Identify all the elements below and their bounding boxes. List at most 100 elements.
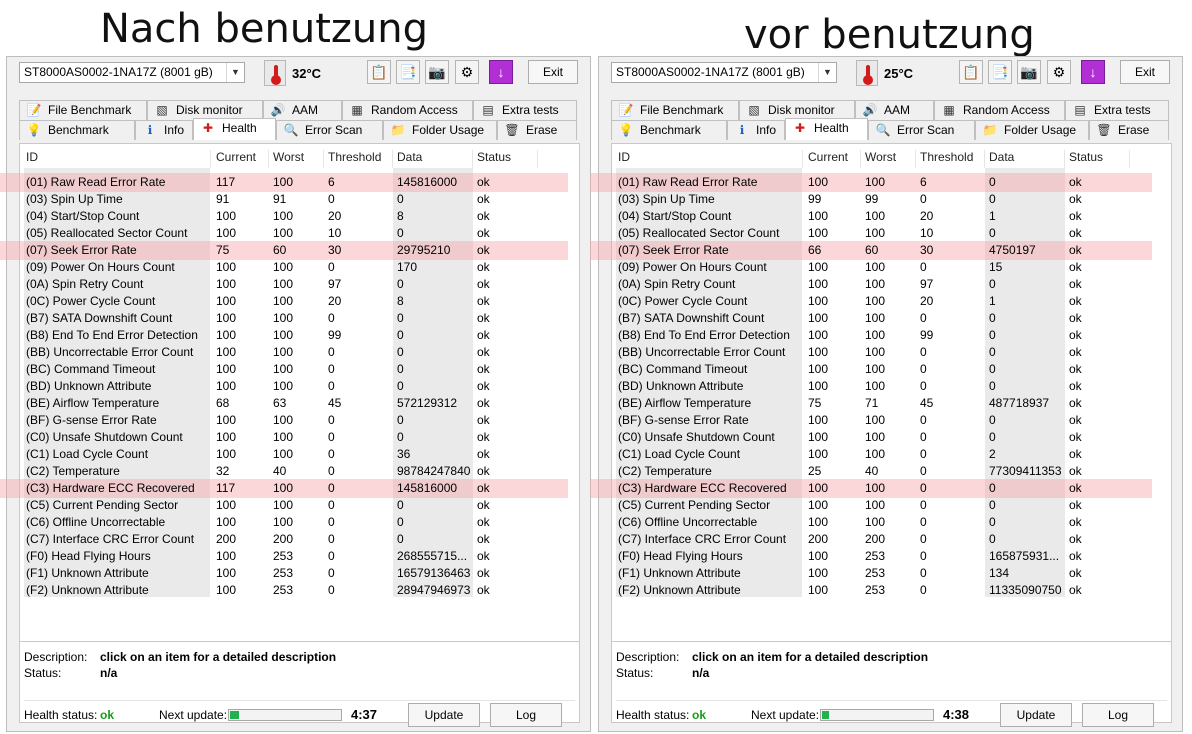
table-row[interactable]: (C1) Load Cycle Count 100 100 0 36 ok bbox=[20, 446, 579, 463]
update-button[interactable]: Update bbox=[1000, 703, 1072, 727]
drive-select[interactable]: ST8000AS0002-1NA17Z (8001 gB) ▼ bbox=[19, 62, 245, 83]
smart-attribute-list[interactable]: ID Current Worst Threshold Data Status (01) Ra… bbox=[590, 144, 1171, 642]
table-row[interactable]: (C5) Current Pending Sector 100 100 0 0 ok bbox=[612, 497, 1171, 514]
table-row[interactable]: (04) Start/Stop Count 100 100 20 1 ok bbox=[612, 208, 1171, 225]
column-header-data[interactable]: Data bbox=[397, 150, 422, 164]
update-button[interactable]: Update bbox=[408, 703, 480, 727]
column-header-threshold[interactable]: Threshold bbox=[920, 150, 973, 164]
column-header-status[interactable]: Status bbox=[1069, 150, 1103, 164]
table-row[interactable]: (BF) G-sense Error Rate 100 100 0 0 ok bbox=[612, 412, 1171, 429]
column-header-id[interactable]: ID bbox=[618, 150, 630, 164]
tab-aam[interactable]: 🔊 AAM bbox=[855, 100, 934, 120]
table-row[interactable]: (BC) Command Timeout 100 100 0 0 ok bbox=[20, 361, 579, 378]
table-row[interactable]: (C2) Temperature 25 40 0 77309411353 ok bbox=[612, 463, 1171, 480]
table-row[interactable]: (F1) Unknown Attribute 100 253 0 134 ok bbox=[612, 565, 1171, 582]
column-separator[interactable] bbox=[537, 150, 538, 168]
table-row[interactable]: (BD) Unknown Attribute 100 100 0 0 ok bbox=[20, 378, 579, 395]
column-header-id[interactable]: ID bbox=[26, 150, 38, 164]
tab-random-access[interactable]: ▦ Random Access bbox=[934, 100, 1065, 120]
table-row[interactable]: (F1) Unknown Attribute 100 253 0 16579136463… bbox=[20, 565, 579, 582]
camera-icon[interactable]: 📷 bbox=[425, 60, 449, 84]
column-separator[interactable] bbox=[268, 150, 269, 168]
tab-extra-tests[interactable]: ▤ Extra tests bbox=[1065, 100, 1169, 120]
tab-erase[interactable]: 🗑 Erase bbox=[497, 120, 577, 140]
tab-health[interactable]: ✚ Health bbox=[785, 118, 868, 140]
tab-disk-monitor[interactable]: ▧ Disk monitor bbox=[739, 100, 855, 120]
table-row[interactable]: (BE) Airflow Temperature 75 71 45 487718937 o… bbox=[612, 395, 1171, 412]
smart-attribute-list[interactable]: ID Current Worst Threshold Data Status (01) Ra… bbox=[0, 144, 579, 642]
exit-button[interactable]: Exit bbox=[1120, 60, 1170, 84]
column-separator[interactable] bbox=[802, 150, 803, 168]
table-row[interactable]: (05) Reallocated Sector Count 100 100 10 0 ok bbox=[20, 225, 579, 242]
copy-all-icon[interactable]: 📑 bbox=[988, 60, 1012, 84]
column-separator[interactable] bbox=[860, 150, 861, 168]
column-header-current[interactable]: Current bbox=[808, 150, 848, 164]
column-separator[interactable] bbox=[915, 150, 916, 168]
table-row[interactable]: (0C) Power Cycle Count 100 100 20 8 ok bbox=[20, 293, 579, 310]
table-row[interactable]: (BD) Unknown Attribute 100 100 0 0 ok bbox=[612, 378, 1171, 395]
tab-folder-usage[interactable]: 📁 Folder Usage bbox=[975, 120, 1089, 140]
table-row[interactable]: (B7) SATA Downshift Count 100 100 0 0 ok bbox=[612, 310, 1171, 327]
column-header-status[interactable]: Status bbox=[477, 150, 511, 164]
tab-benchmark[interactable]: 💡 Benchmark bbox=[611, 120, 727, 140]
exit-button[interactable]: Exit bbox=[528, 60, 578, 84]
table-row[interactable]: (0A) Spin Retry Count 100 100 97 0 ok bbox=[20, 276, 579, 293]
column-header-current[interactable]: Current bbox=[216, 150, 256, 164]
options-icon[interactable]: ⚙ bbox=[1047, 60, 1071, 84]
table-row[interactable]: (B7) SATA Downshift Count 100 100 0 0 ok bbox=[20, 310, 579, 327]
table-row[interactable]: (C6) Offline Uncorrectable 100 100 0 0 ok bbox=[612, 514, 1171, 531]
copy-info-icon[interactable]: 📋 bbox=[959, 60, 983, 84]
copy-info-icon[interactable]: 📋 bbox=[367, 60, 391, 84]
table-row[interactable]: (C3) Hardware ECC Recovered 117 100 0 145816… bbox=[20, 480, 579, 497]
column-header-threshold[interactable]: Threshold bbox=[328, 150, 381, 164]
table-row[interactable]: (C7) Interface CRC Error Count 200 200 0 0 ok bbox=[612, 531, 1171, 548]
table-row[interactable]: (04) Start/Stop Count 100 100 20 8 ok bbox=[20, 208, 579, 225]
table-row[interactable]: (F2) Unknown Attribute 100 253 0 28947946973… bbox=[20, 582, 579, 599]
column-separator[interactable] bbox=[210, 150, 211, 168]
table-row[interactable]: (03) Spin Up Time 99 99 0 0 ok bbox=[612, 191, 1171, 208]
tab-disk-monitor[interactable]: ▧ Disk monitor bbox=[147, 100, 263, 120]
table-row[interactable]: (F0) Head Flying Hours 100 253 0 268555715..… bbox=[20, 548, 579, 565]
column-separator[interactable] bbox=[323, 150, 324, 168]
table-row[interactable]: (07) Seek Error Rate 66 60 30 4750197 ok bbox=[612, 242, 1171, 259]
table-row[interactable]: (C0) Unsafe Shutdown Count 100 100 0 0 ok bbox=[612, 429, 1171, 446]
camera-icon[interactable]: 📷 bbox=[1017, 60, 1041, 84]
table-row[interactable]: (B8) End To End Error Detection 100 100 99 0… bbox=[20, 327, 579, 344]
table-row[interactable]: (C5) Current Pending Sector 100 100 0 0 ok bbox=[20, 497, 579, 514]
tab-info[interactable]: ℹ Info bbox=[135, 120, 193, 140]
table-row[interactable]: (0C) Power Cycle Count 100 100 20 1 ok bbox=[612, 293, 1171, 310]
tab-error-scan[interactable]: 🔍 Error Scan bbox=[868, 120, 975, 140]
table-row[interactable]: (BE) Airflow Temperature 68 63 45 572129312 o… bbox=[20, 395, 579, 412]
column-separator[interactable] bbox=[1064, 150, 1065, 168]
tab-error-scan[interactable]: 🔍 Error Scan bbox=[276, 120, 383, 140]
column-header-worst[interactable]: Worst bbox=[865, 150, 896, 164]
table-row[interactable]: (C3) Hardware ECC Recovered 100 100 0 0 ok bbox=[612, 480, 1171, 497]
log-button[interactable]: Log bbox=[490, 703, 562, 727]
column-header-worst[interactable]: Worst bbox=[273, 150, 304, 164]
table-row[interactable]: (F0) Head Flying Hours 100 253 0 165875931..… bbox=[612, 548, 1171, 565]
column-separator[interactable] bbox=[984, 150, 985, 168]
table-row[interactable]: (01) Raw Read Error Rate 117 100 6 145816000… bbox=[20, 174, 579, 191]
table-row[interactable]: (C0) Unsafe Shutdown Count 100 100 0 0 ok bbox=[20, 429, 579, 446]
table-row[interactable]: (01) Raw Read Error Rate 100 100 6 0 ok bbox=[612, 174, 1171, 191]
table-row[interactable]: (05) Reallocated Sector Count 100 100 10 0 ok bbox=[612, 225, 1171, 242]
tab-info[interactable]: ℹ Info bbox=[727, 120, 785, 140]
table-row[interactable]: (BF) G-sense Error Rate 100 100 0 0 ok bbox=[20, 412, 579, 429]
column-header-data[interactable]: Data bbox=[989, 150, 1014, 164]
tab-file-benchmark[interactable]: 📝 File Benchmark bbox=[611, 100, 739, 120]
drive-select[interactable]: ST8000AS0002-1NA17Z (8001 gB) ▼ bbox=[611, 62, 837, 83]
column-separator[interactable] bbox=[1129, 150, 1130, 168]
copy-all-icon[interactable]: 📑 bbox=[396, 60, 420, 84]
table-row[interactable]: (F2) Unknown Attribute 100 253 0 11335090750… bbox=[612, 582, 1171, 599]
options-icon[interactable]: ⚙ bbox=[455, 60, 479, 84]
tab-benchmark[interactable]: 💡 Benchmark bbox=[19, 120, 135, 140]
tab-folder-usage[interactable]: 📁 Folder Usage bbox=[383, 120, 497, 140]
table-row[interactable]: (B8) End To End Error Detection 100 100 99 0… bbox=[612, 327, 1171, 344]
table-row[interactable]: (BC) Command Timeout 100 100 0 0 ok bbox=[612, 361, 1171, 378]
column-separator[interactable] bbox=[472, 150, 473, 168]
table-row[interactable]: (07) Seek Error Rate 75 60 30 29795210 ok bbox=[20, 242, 579, 259]
tab-health[interactable]: ✚ Health bbox=[193, 118, 276, 140]
tab-random-access[interactable]: ▦ Random Access bbox=[342, 100, 473, 120]
download-icon[interactable]: ↓ bbox=[1081, 60, 1105, 84]
table-row[interactable]: (BB) Uncorrectable Error Count 100 100 0 0 ok bbox=[20, 344, 579, 361]
